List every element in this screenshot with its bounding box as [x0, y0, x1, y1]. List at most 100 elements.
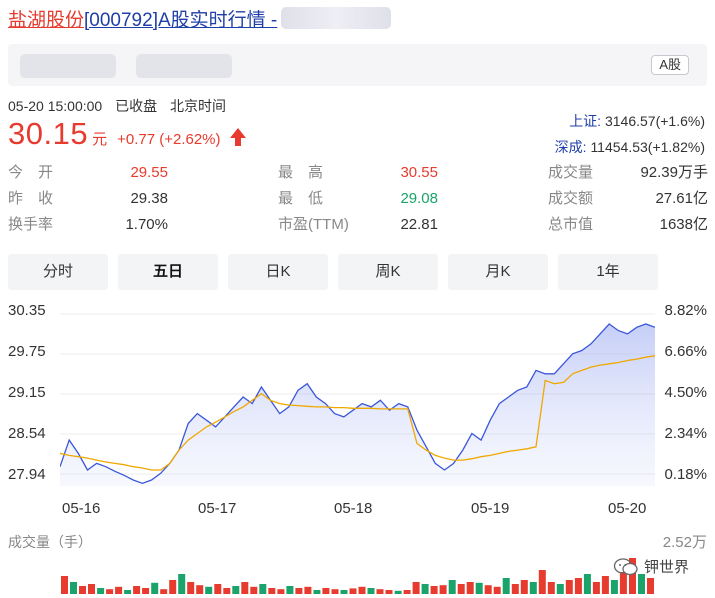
- stat-low: 最 低 29.08: [278, 188, 438, 214]
- page-title[interactable]: 盐湖股份 [000792]A股实时行情 -: [8, 5, 392, 32]
- volume-bar: [520, 580, 528, 594]
- volume-bar: [647, 578, 654, 594]
- volume-bar: [205, 586, 213, 594]
- volume-bar: [601, 576, 609, 594]
- volume-bar: [133, 586, 141, 594]
- y-tick-left: 30.35: [8, 302, 46, 319]
- y-tick-left: 29.75: [8, 343, 46, 360]
- x-tick: 05-19: [471, 500, 510, 517]
- price-change: +0.77 (+2.62%): [117, 131, 221, 148]
- status-row: 05-20 15:00:00 已收盘 北京时间: [8, 96, 235, 116]
- tab-one-year[interactable]: 1年: [558, 254, 658, 290]
- y-tick-left: 29.15: [8, 384, 46, 401]
- y-tick-right: 8.82%: [664, 302, 707, 319]
- volume-bar: [466, 582, 474, 594]
- volume-bar: [457, 584, 465, 594]
- tab-intraday[interactable]: 分时: [8, 254, 108, 290]
- volume-bar: [547, 582, 555, 594]
- y-tick-right: 2.34%: [664, 425, 707, 442]
- stat-label: 总市值: [548, 216, 594, 233]
- index-shenzhen[interactable]: 深成: 11454.53(+1.82%): [555, 134, 705, 160]
- x-tick: 05-18: [334, 500, 373, 517]
- redacted-block: [20, 54, 116, 78]
- volume-bar: [511, 584, 519, 594]
- volume-bar: [61, 576, 68, 594]
- volume-bar: [88, 584, 95, 594]
- stock-name-link[interactable]: 盐湖股份: [8, 5, 84, 32]
- volume-max: 2.52万: [662, 534, 707, 551]
- volume-chart: [61, 558, 654, 594]
- volume-bar: [421, 584, 429, 594]
- stat-value: 30.55: [400, 164, 438, 181]
- tab-five-day[interactable]: 五日: [118, 254, 218, 290]
- stat-value: 29.08: [400, 190, 438, 207]
- stat-prev-close: 昨 收 29.38: [8, 188, 168, 214]
- volume-bar: [106, 589, 114, 594]
- x-tick: 05-20: [608, 500, 647, 517]
- index-box: 上证: 3146.57(+1.6%) 深成: 11454.53(+1.82%): [555, 108, 705, 160]
- stat-label: 市盈(TTM): [278, 216, 349, 233]
- stat-value: 1.70%: [125, 216, 168, 233]
- volume-bar: [403, 590, 411, 594]
- stat-value: 1638亿: [659, 216, 708, 233]
- stat-value: 29.55: [130, 164, 168, 181]
- volume-bar: [331, 589, 339, 594]
- index-label: 上证:: [569, 113, 602, 129]
- volume-bar: [187, 582, 195, 594]
- volume-bar: [385, 590, 393, 594]
- info-bar: A股: [8, 44, 707, 86]
- volume-bar: [367, 588, 375, 594]
- volume-bar: [79, 586, 86, 594]
- x-tick: 05-16: [62, 500, 101, 517]
- y-tick-right: 6.66%: [664, 343, 707, 360]
- volume-bar: [502, 578, 510, 594]
- y-tick-left: 27.94: [8, 466, 46, 483]
- current-price: 30.15: [8, 116, 89, 151]
- stat-label: 换手率: [8, 216, 54, 233]
- volume-bar: [358, 586, 366, 594]
- volume-bar: [529, 582, 537, 594]
- volume-bar: [394, 590, 402, 594]
- volume-bar: [448, 580, 456, 594]
- price-row: 30.15 元 +0.77 (+2.62%): [8, 116, 247, 152]
- redacted-block: [136, 54, 232, 78]
- stat-high: 最 高 30.55: [278, 162, 438, 188]
- index-shanghai[interactable]: 上证: 3146.57(+1.6%): [555, 108, 705, 134]
- volume-bar: [376, 589, 384, 594]
- volume-bar: [241, 582, 249, 594]
- volume-bar: [214, 584, 222, 594]
- volume-bar: [313, 590, 321, 594]
- watermark-text: 钾世界: [644, 559, 690, 576]
- volume-bar: [638, 574, 645, 594]
- volume-bar: [115, 586, 123, 594]
- volume-bar: [124, 590, 132, 594]
- tab-monthly-k[interactable]: 月K: [448, 254, 548, 290]
- stat-label: 成交额: [548, 190, 594, 207]
- five-day-chart[interactable]: [60, 296, 655, 490]
- volume-bar: [295, 588, 303, 594]
- volume-bar: [556, 584, 564, 594]
- volume-bar: [142, 588, 150, 594]
- tab-weekly-k[interactable]: 周K: [338, 254, 438, 290]
- volume-label: 成交量（手）: [8, 534, 92, 550]
- stat-pe: 市盈(TTM) 22.81: [278, 214, 438, 240]
- stock-title-link[interactable]: [000792]A股实时行情 -: [84, 5, 277, 32]
- chart-tabs: 分时 五日 日K 周K 月K 1年: [8, 254, 658, 290]
- price-unit: 元: [92, 131, 108, 148]
- volume-bar: [538, 570, 546, 594]
- stat-value: 22.81: [400, 216, 438, 233]
- price-area: [60, 324, 655, 486]
- volume-bar: [610, 580, 618, 594]
- volume-bar: [250, 586, 258, 594]
- volume-bar: [583, 574, 591, 594]
- stat-volume: 成交量 92.39万手: [548, 162, 708, 188]
- volume-bar: [430, 586, 438, 594]
- redacted-source: [281, 7, 392, 29]
- volume-bar: [151, 582, 159, 594]
- tab-daily-k[interactable]: 日K: [228, 254, 328, 290]
- stat-value: 29.38: [130, 190, 168, 207]
- watermark: 钾世界: [613, 556, 689, 577]
- stat-open: 今 开 29.55: [8, 162, 168, 188]
- volume-bar: [349, 588, 357, 594]
- stat-label: 成交量: [548, 164, 594, 181]
